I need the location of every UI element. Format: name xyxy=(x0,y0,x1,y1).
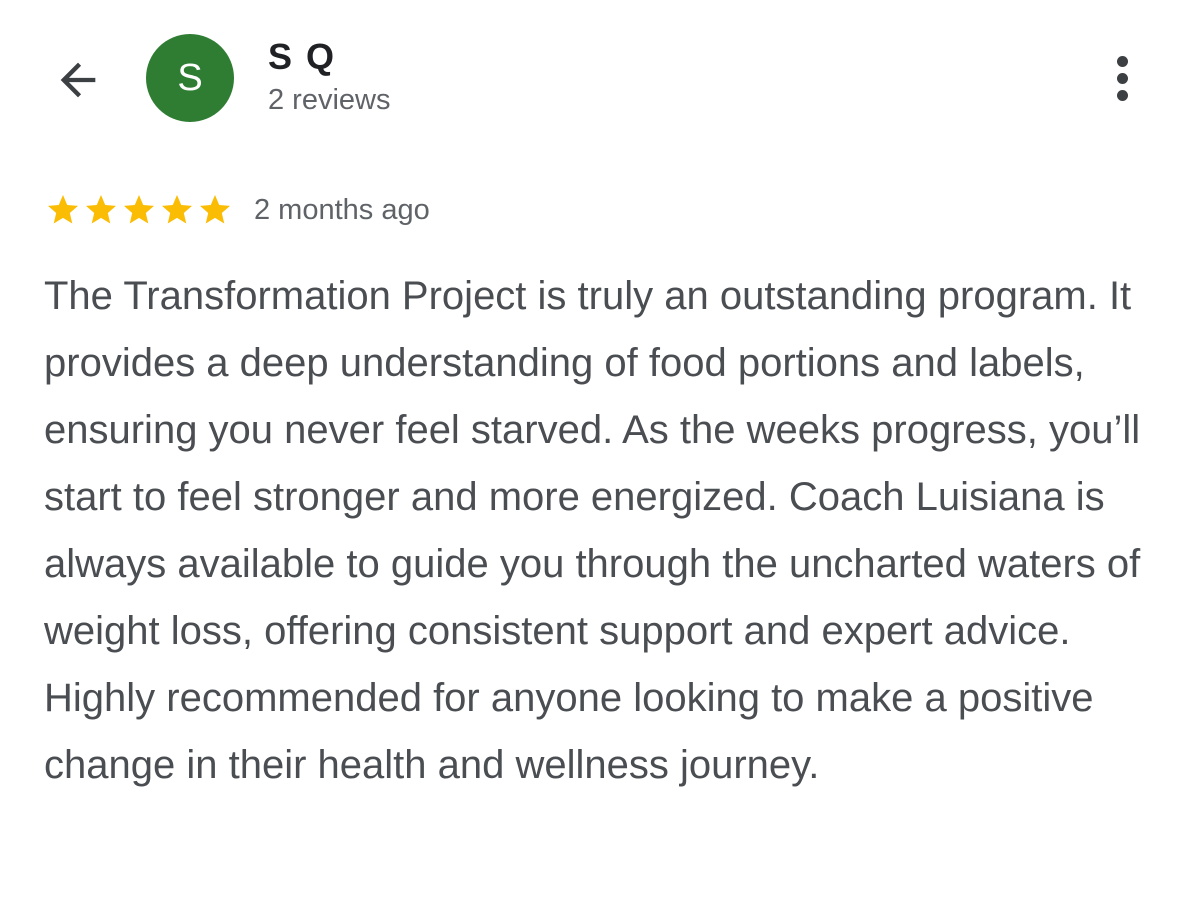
avatar[interactable]: S xyxy=(146,34,234,122)
star-icon xyxy=(48,195,78,224)
more-vert-icon-dot xyxy=(1116,55,1128,67)
arrow-left-icon xyxy=(60,62,96,98)
review-date: 2 months ago xyxy=(254,193,430,226)
more-options-button[interactable] xyxy=(1096,48,1148,108)
star-icon xyxy=(162,195,192,224)
more-vert-icon-dot xyxy=(1116,89,1128,101)
review-count: 2 reviews xyxy=(268,84,391,116)
review-text: The Transformation Project is truly an o… xyxy=(44,274,1141,787)
star-icon xyxy=(124,195,154,224)
avatar-letter: S xyxy=(177,56,203,99)
back-button[interactable] xyxy=(48,50,108,110)
star-rating xyxy=(44,192,234,228)
rating-row: 2 months ago xyxy=(44,190,430,230)
star-icon xyxy=(200,195,230,224)
star-icon xyxy=(86,195,116,224)
reviewer-name[interactable]: S Q xyxy=(268,36,336,78)
more-vert-icon-dot xyxy=(1116,72,1128,84)
